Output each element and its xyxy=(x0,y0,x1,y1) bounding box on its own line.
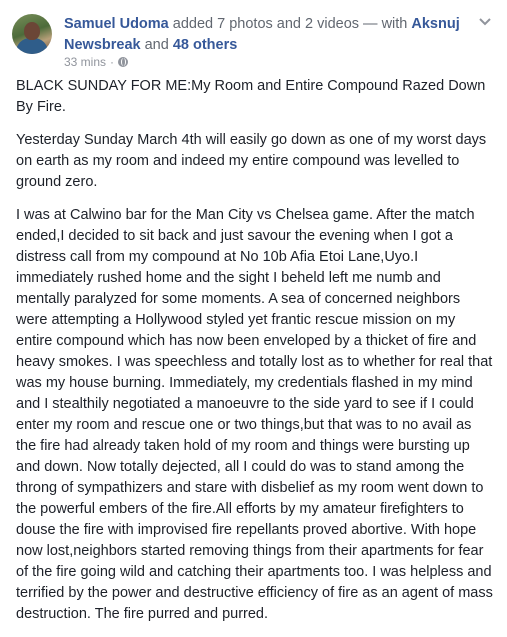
chevron-down-icon[interactable] xyxy=(477,14,493,30)
and-text: and xyxy=(144,37,169,53)
post-title-paragraph: BLACK SUNDAY FOR ME:My Room and Entire C… xyxy=(16,78,486,115)
post-paragraph: I was at Calwino bar for the Man City vs… xyxy=(16,207,493,622)
others-link[interactable]: 48 others xyxy=(173,37,237,53)
post-timestamp[interactable]: 33 mins xyxy=(64,55,106,69)
post-action-text: added 7 photos and 2 videos — with xyxy=(172,16,408,32)
meta-separator: · xyxy=(110,55,115,69)
author-name-link[interactable]: Samuel Udoma xyxy=(64,16,169,32)
globe-icon[interactable] xyxy=(118,57,129,67)
post-body: BLACK SUNDAY FOR ME:My Room and Entire C… xyxy=(16,76,494,637)
avatar[interactable] xyxy=(12,14,52,54)
post-meta: 33 mins · xyxy=(64,55,129,69)
post-paragraph: Yesterday Sunday March 4th will easily g… xyxy=(16,132,487,190)
post-header-line: Samuel Udoma added 7 photos and 2 videos… xyxy=(64,14,464,56)
